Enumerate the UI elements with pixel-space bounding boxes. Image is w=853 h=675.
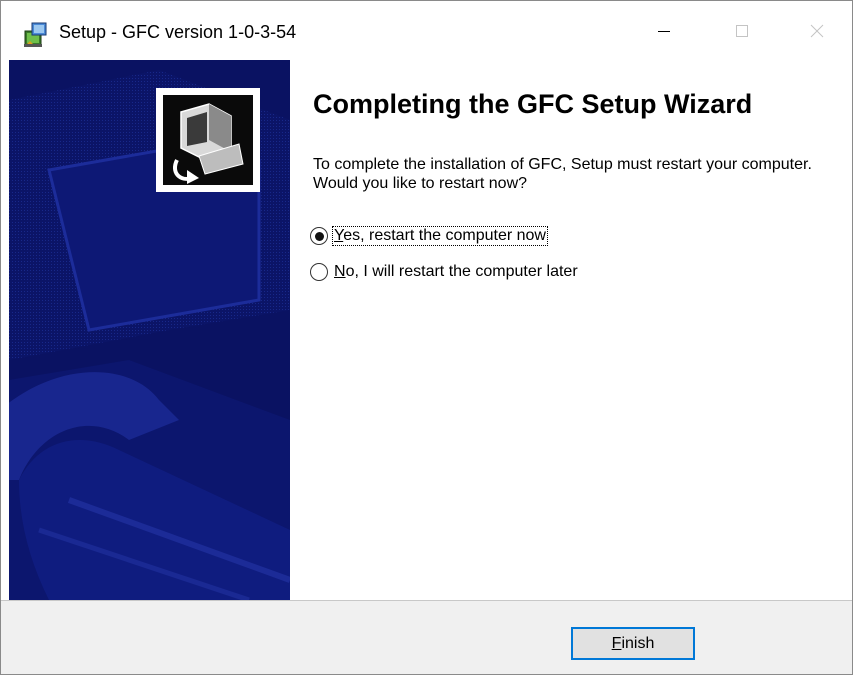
restart-later-radio[interactable]: No, I will restart the computer later: [310, 263, 579, 281]
setup-installer-icon: [24, 21, 48, 47]
radio-button-unselected[interactable]: [310, 263, 328, 281]
setup-window: Setup - GFC version 1-0-3-54 Completing …: [0, 0, 853, 675]
restart-description: To complete the installation of GFC, Set…: [313, 156, 812, 192]
restart-now-radio[interactable]: Yes, restart the computer now: [310, 226, 548, 246]
close-icon: [810, 24, 823, 37]
restart-later-label[interactable]: No, I will restart the computer later: [333, 263, 579, 281]
wizard-banner-image: [9, 60, 290, 600]
radio-dot: [314, 231, 324, 241]
window-title: Setup - GFC version 1-0-3-54: [59, 22, 297, 42]
minimize-button[interactable]: [625, 1, 703, 60]
maximize-icon: [736, 24, 748, 37]
wizard-heading: Completing the GFC Setup Wizard: [313, 89, 753, 119]
title-bar[interactable]: Setup - GFC version 1-0-3-54: [1, 1, 852, 60]
finish-label: Finish: [611, 634, 655, 652]
finish-button[interactable]: Finish: [571, 627, 695, 660]
restart-now-label[interactable]: Yes, restart the computer now: [332, 226, 548, 246]
minimize-icon: [658, 30, 670, 32]
radio-button-selected[interactable]: [310, 227, 328, 245]
wizard-footer: Finish: [1, 600, 852, 674]
maximize-button: [703, 1, 781, 60]
close-button: [781, 1, 852, 60]
